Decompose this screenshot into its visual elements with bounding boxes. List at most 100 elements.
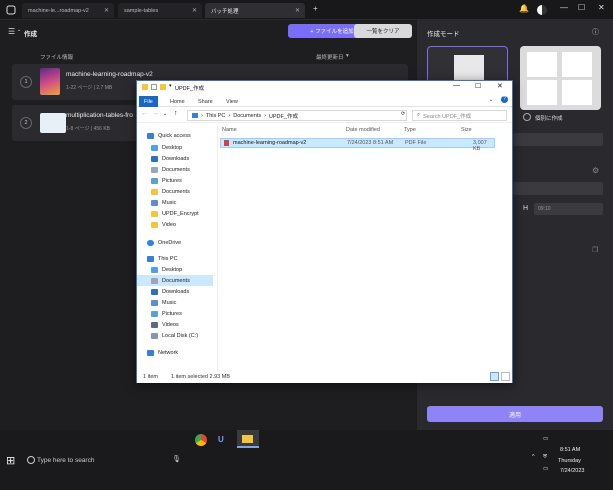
ribbon-tabs: File Home Share View ⌄ ?: [137, 94, 512, 107]
close-icon[interactable]: ✕: [192, 7, 197, 14]
header-size[interactable]: Size: [461, 127, 472, 133]
explorer-title-bar: ▾ UPDF_作成 — ☐ ✕: [137, 81, 512, 94]
download-icon: [151, 288, 158, 295]
battery-icon[interactable]: ▭: [543, 466, 548, 472]
settings-icon[interactable]: ⚙: [592, 166, 599, 175]
tab-document-2[interactable]: sample-tables ✕: [118, 3, 202, 18]
clear-list-button[interactable]: 一覧をクリア: [354, 24, 412, 38]
windows-start-icon[interactable]: ⊞: [6, 454, 15, 467]
clock-day[interactable]: Thursday: [558, 458, 581, 464]
add-tab-icon[interactable]: +: [313, 4, 318, 13]
close-icon[interactable]: ✕: [104, 7, 109, 14]
header-date[interactable]: Date modified: [346, 127, 380, 133]
nav-pc-downloads[interactable]: Downloads: [137, 286, 213, 297]
nav-updf-encrypt[interactable]: UPDF_Encrypt: [137, 208, 213, 219]
mode-separate-card[interactable]: [520, 46, 601, 110]
star-icon: [147, 132, 154, 139]
chrome-icon[interactable]: [195, 434, 207, 446]
search-icon: [27, 456, 35, 464]
close-icon[interactable]: ✕: [497, 82, 503, 90]
maximize-icon[interactable]: ☐: [475, 82, 481, 90]
properties-icon[interactable]: [151, 84, 157, 90]
chevron-down-icon[interactable]: ⌄: [163, 111, 167, 117]
time-field[interactable]: 09:10: [534, 203, 603, 215]
ribbon-tab-home[interactable]: Home: [165, 96, 190, 107]
address-bar: ← → ⌄ ↑ › This PC › Documents › UPDF_作成 …: [137, 107, 512, 123]
microphone-icon[interactable]: 🎙: [172, 455, 181, 463]
address-field[interactable]: › This PC › Documents › UPDF_作成: [187, 110, 407, 121]
file-row[interactable]: machine-learning-roadmap-v2 7/24/2023 8:…: [220, 138, 495, 152]
clock-date[interactable]: 7/24/2023: [560, 468, 584, 474]
avatar[interactable]: [537, 5, 547, 15]
tab-label: バッチ処理: [211, 8, 239, 15]
back-icon[interactable]: ←: [141, 110, 148, 117]
taskbar-search[interactable]: Type here to search 🎙: [22, 451, 187, 470]
tab-batch[interactable]: バッチ処理 ✕: [205, 3, 305, 18]
apply-button[interactable]: 適用: [427, 406, 603, 422]
nav-network[interactable]: Network: [137, 347, 213, 358]
file-explorer-taskbar-button[interactable]: [237, 430, 259, 448]
row-number: 2: [20, 117, 32, 129]
sort-down-icon[interactable]: ▾: [346, 53, 349, 59]
separate-radio[interactable]: [523, 113, 531, 121]
shield-icon[interactable]: ⛨: [543, 454, 547, 461]
column-last-updated[interactable]: 最終更新日: [316, 53, 344, 61]
nav-pc-documents[interactable]: Documents: [137, 275, 213, 286]
nav-music[interactable]: Music: [137, 197, 213, 208]
dropdown[interactable]: [513, 133, 603, 146]
search-input[interactable]: ⌕ Search UPDF_作成: [412, 110, 507, 121]
clock-time[interactable]: 8:51 AM: [560, 447, 580, 453]
nav-documents-folder[interactable]: Documents: [137, 186, 213, 197]
ribbon-tab-view[interactable]: View: [221, 96, 243, 107]
nav-video[interactable]: Video: [137, 219, 213, 230]
close-icon[interactable]: ✕: [295, 7, 300, 14]
nav-downloads[interactable]: Downloads: [137, 153, 213, 164]
dropdown[interactable]: [513, 182, 603, 195]
nav-documents[interactable]: Documents: [137, 164, 213, 175]
header-name[interactable]: Name: [222, 127, 237, 133]
nav-onedrive[interactable]: OneDrive: [137, 237, 213, 248]
minimize-icon[interactable]: —: [453, 82, 460, 89]
picture-icon: [151, 177, 158, 184]
copy-icon[interactable]: ❐: [592, 246, 598, 254]
nav-pc-pictures[interactable]: Pictures: [137, 308, 213, 319]
minimize-icon[interactable]: —: [560, 3, 568, 12]
help-icon[interactable]: ?: [501, 96, 508, 103]
file-thumbnail: [40, 68, 60, 95]
notification-icon[interactable]: ▭: [543, 436, 548, 442]
close-window-icon[interactable]: ✕: [598, 3, 605, 12]
details-view-icon[interactable]: [490, 372, 499, 381]
ribbon-tab-share[interactable]: Share: [193, 96, 218, 107]
tiles-view-icon[interactable]: [501, 372, 510, 381]
new-folder-icon[interactable]: [160, 84, 166, 90]
chevron-down-icon[interactable]: ⌄: [17, 27, 21, 33]
tab-label: sample-tables: [124, 7, 159, 14]
maximize-icon[interactable]: ☐: [578, 3, 585, 12]
header-type[interactable]: Type: [404, 127, 416, 133]
up-icon[interactable]: ↑: [174, 110, 178, 117]
nav-this-pc[interactable]: This PC: [137, 253, 213, 264]
nav-desktop[interactable]: Desktop: [137, 142, 213, 153]
breadcrumb-this-pc[interactable]: This PC: [206, 113, 226, 119]
breadcrumb-folder[interactable]: UPDF_作成: [269, 112, 298, 120]
tab-document-1[interactable]: machine-le...roadmap-v2 ✕: [22, 3, 114, 18]
breadcrumb-documents[interactable]: Documents: [233, 113, 261, 119]
nav-quick-access[interactable]: Quick access: [137, 130, 213, 141]
ribbon-tab-file[interactable]: File: [139, 96, 158, 107]
chevron-down-icon[interactable]: ▾: [169, 83, 172, 89]
updf-app-icon[interactable]: U: [218, 435, 224, 444]
bell-icon[interactable]: 🔔: [519, 4, 529, 13]
info-icon[interactable]: ⓘ: [592, 27, 599, 37]
chevron-down-icon[interactable]: ⌄: [489, 97, 493, 103]
nav-pc-music[interactable]: Music: [137, 297, 213, 308]
menu-icon[interactable]: ☰: [8, 27, 15, 36]
refresh-icon[interactable]: ⟳: [401, 111, 405, 117]
nav-pc-desktop[interactable]: Desktop: [137, 264, 213, 275]
nav-pictures[interactable]: Pictures: [137, 175, 213, 186]
nav-local-disk[interactable]: Local Disk (C:): [137, 330, 213, 341]
forward-icon[interactable]: →: [152, 110, 159, 117]
window-title: UPDF_作成: [175, 86, 205, 92]
chevron-up-icon[interactable]: ^: [532, 454, 535, 460]
nav-pc-videos[interactable]: Videos: [137, 319, 213, 330]
updf-logo-icon: [6, 5, 16, 15]
